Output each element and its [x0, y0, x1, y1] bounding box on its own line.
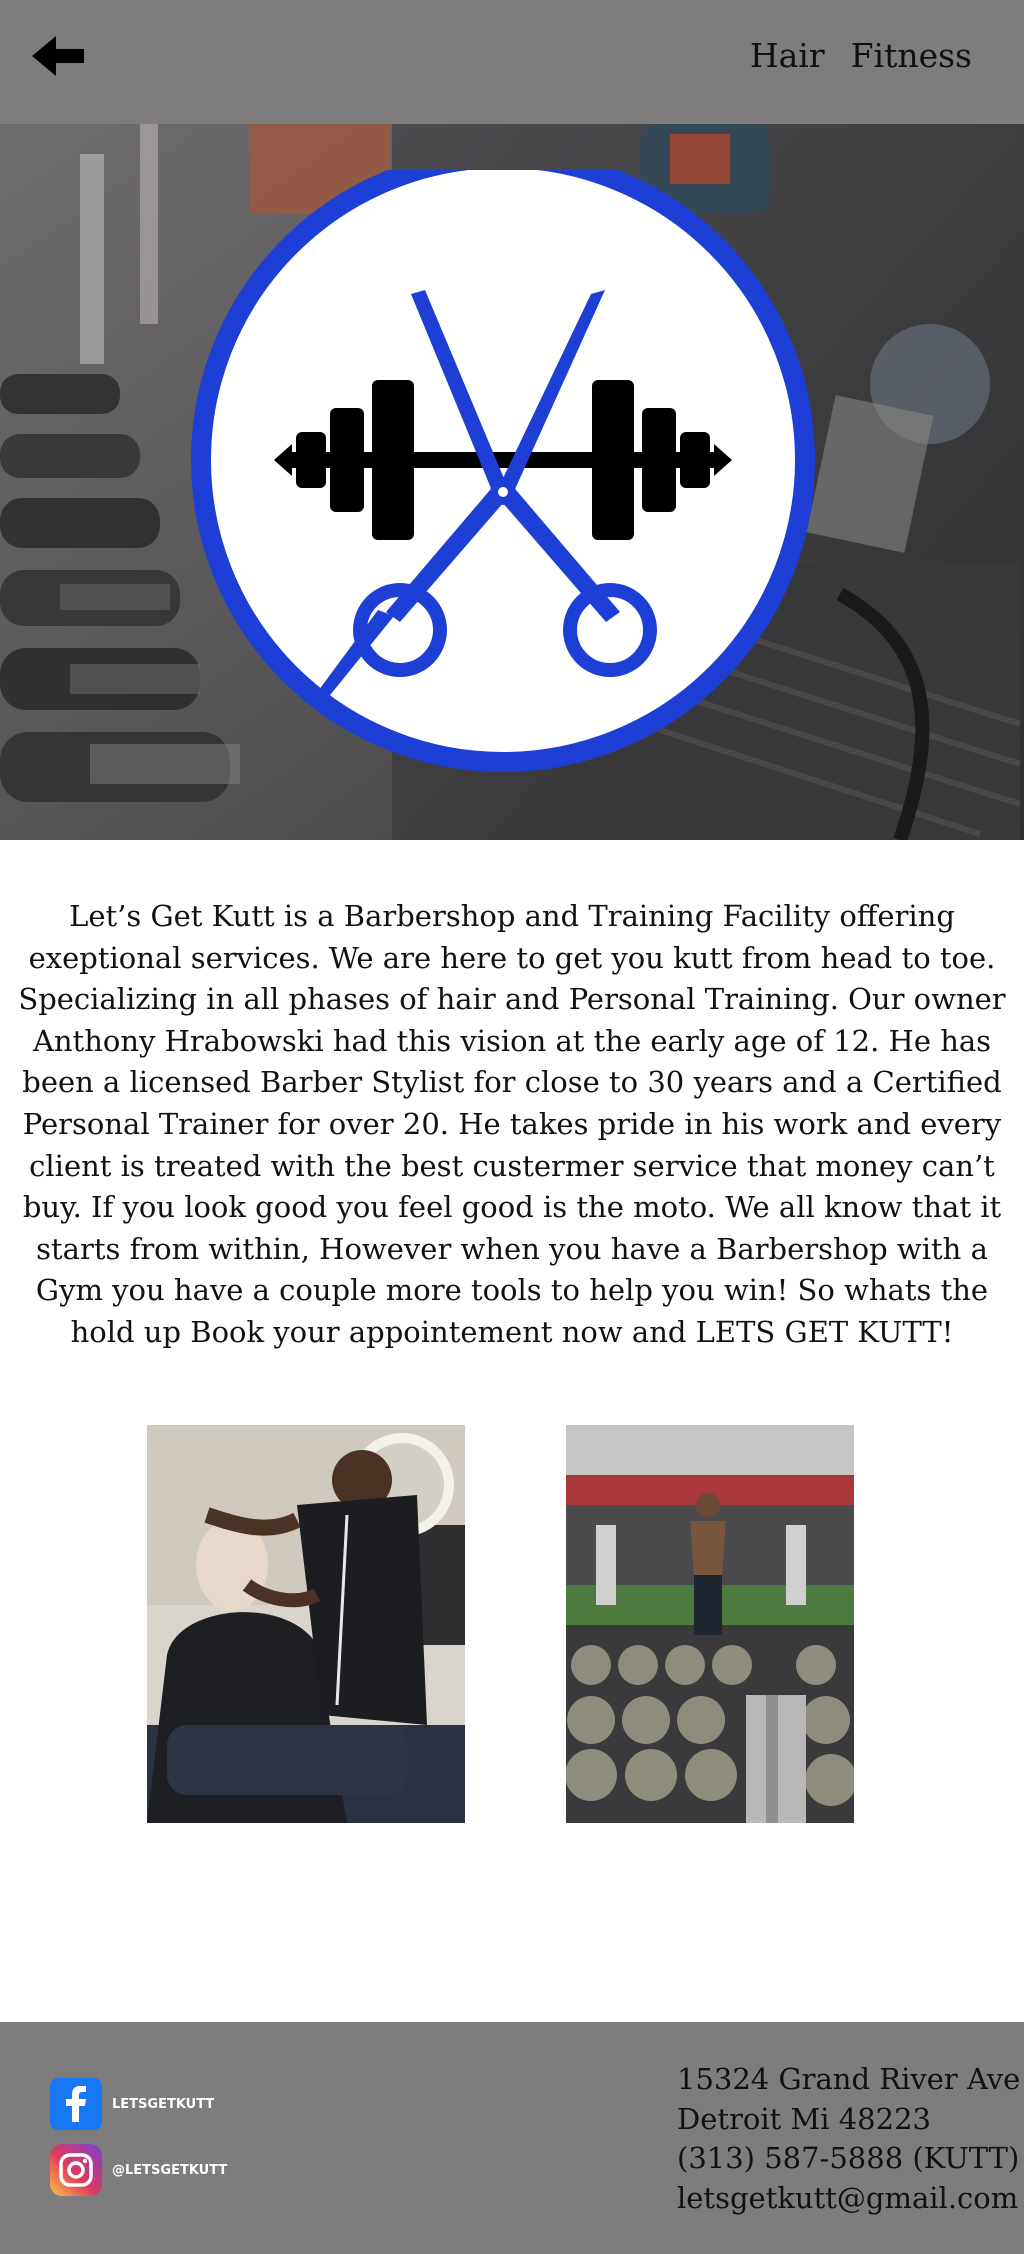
about-paragraph: Let’s Get Kutt is a Barbershop and Train… [18, 899, 1006, 1349]
facebook-handle: LETSGETKUTT [112, 2096, 215, 2112]
nav-link-fitness[interactable]: Fitness [851, 36, 972, 75]
email-address[interactable]: letsgetkutt@gmail.com [677, 2179, 1020, 2219]
facebook-icon [50, 2078, 102, 2130]
top-nav-bar: Hair Fitness [0, 0, 1024, 124]
address-line-1: 15324 Grand River Ave [677, 2062, 1021, 2096]
gym-photo [566, 1425, 854, 1823]
phone-number[interactable]: (313) 587-5888 (KUTT) [677, 2139, 1020, 2179]
instagram-handle: @LETSGETKUTT [112, 2162, 228, 2178]
facebook-link[interactable]: LETSGETKUTT [50, 2078, 214, 2130]
instagram-link[interactable]: @LETSGETKUTT [50, 2144, 227, 2196]
back-arrow-icon [32, 36, 84, 76]
nav-link-hair[interactable]: Hair [750, 36, 825, 75]
hero-banner [0, 124, 1024, 840]
address-line-2: Detroit Mi 48223 [677, 2101, 931, 2136]
main-nav: Hair Fitness [750, 36, 972, 75]
back-button[interactable] [28, 30, 88, 82]
scissors-dumbbell-logo [191, 170, 815, 772]
barber-photo [147, 1425, 465, 1823]
contact-info: 15324 Grand River Ave Detroit Mi 48223 (… [677, 2060, 1020, 2218]
instagram-icon [50, 2144, 102, 2196]
footer: LETSGETKUTT @LETSGETKUTT 15324 Grand Riv… [0, 2022, 1024, 2254]
